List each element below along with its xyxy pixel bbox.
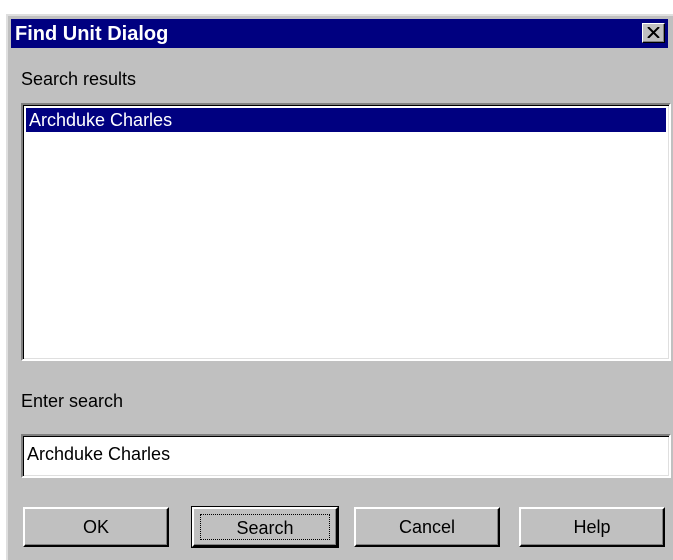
search-results-list[interactable]: Archduke Charles bbox=[21, 103, 671, 361]
search-button-label: Search bbox=[200, 514, 330, 540]
close-icon bbox=[647, 27, 660, 38]
help-button[interactable]: Help bbox=[519, 507, 665, 547]
search-results-label: Search results bbox=[21, 69, 137, 89]
cancel-button[interactable]: Cancel bbox=[354, 507, 500, 547]
window-title: Find Unit Dialog bbox=[15, 23, 169, 45]
find-unit-dialog: Find Unit Dialog Search results Archduke… bbox=[6, 14, 673, 560]
close-button[interactable] bbox=[642, 23, 665, 43]
enter-search-label: Enter search bbox=[21, 391, 124, 411]
search-input[interactable]: Archduke Charles bbox=[21, 434, 671, 478]
search-button[interactable]: Search bbox=[191, 506, 339, 548]
title-bar[interactable]: Find Unit Dialog bbox=[11, 19, 668, 48]
search-input-value: Archduke Charles bbox=[27, 444, 171, 464]
list-item[interactable]: Archduke Charles bbox=[26, 108, 666, 132]
ok-button[interactable]: OK bbox=[23, 507, 169, 547]
